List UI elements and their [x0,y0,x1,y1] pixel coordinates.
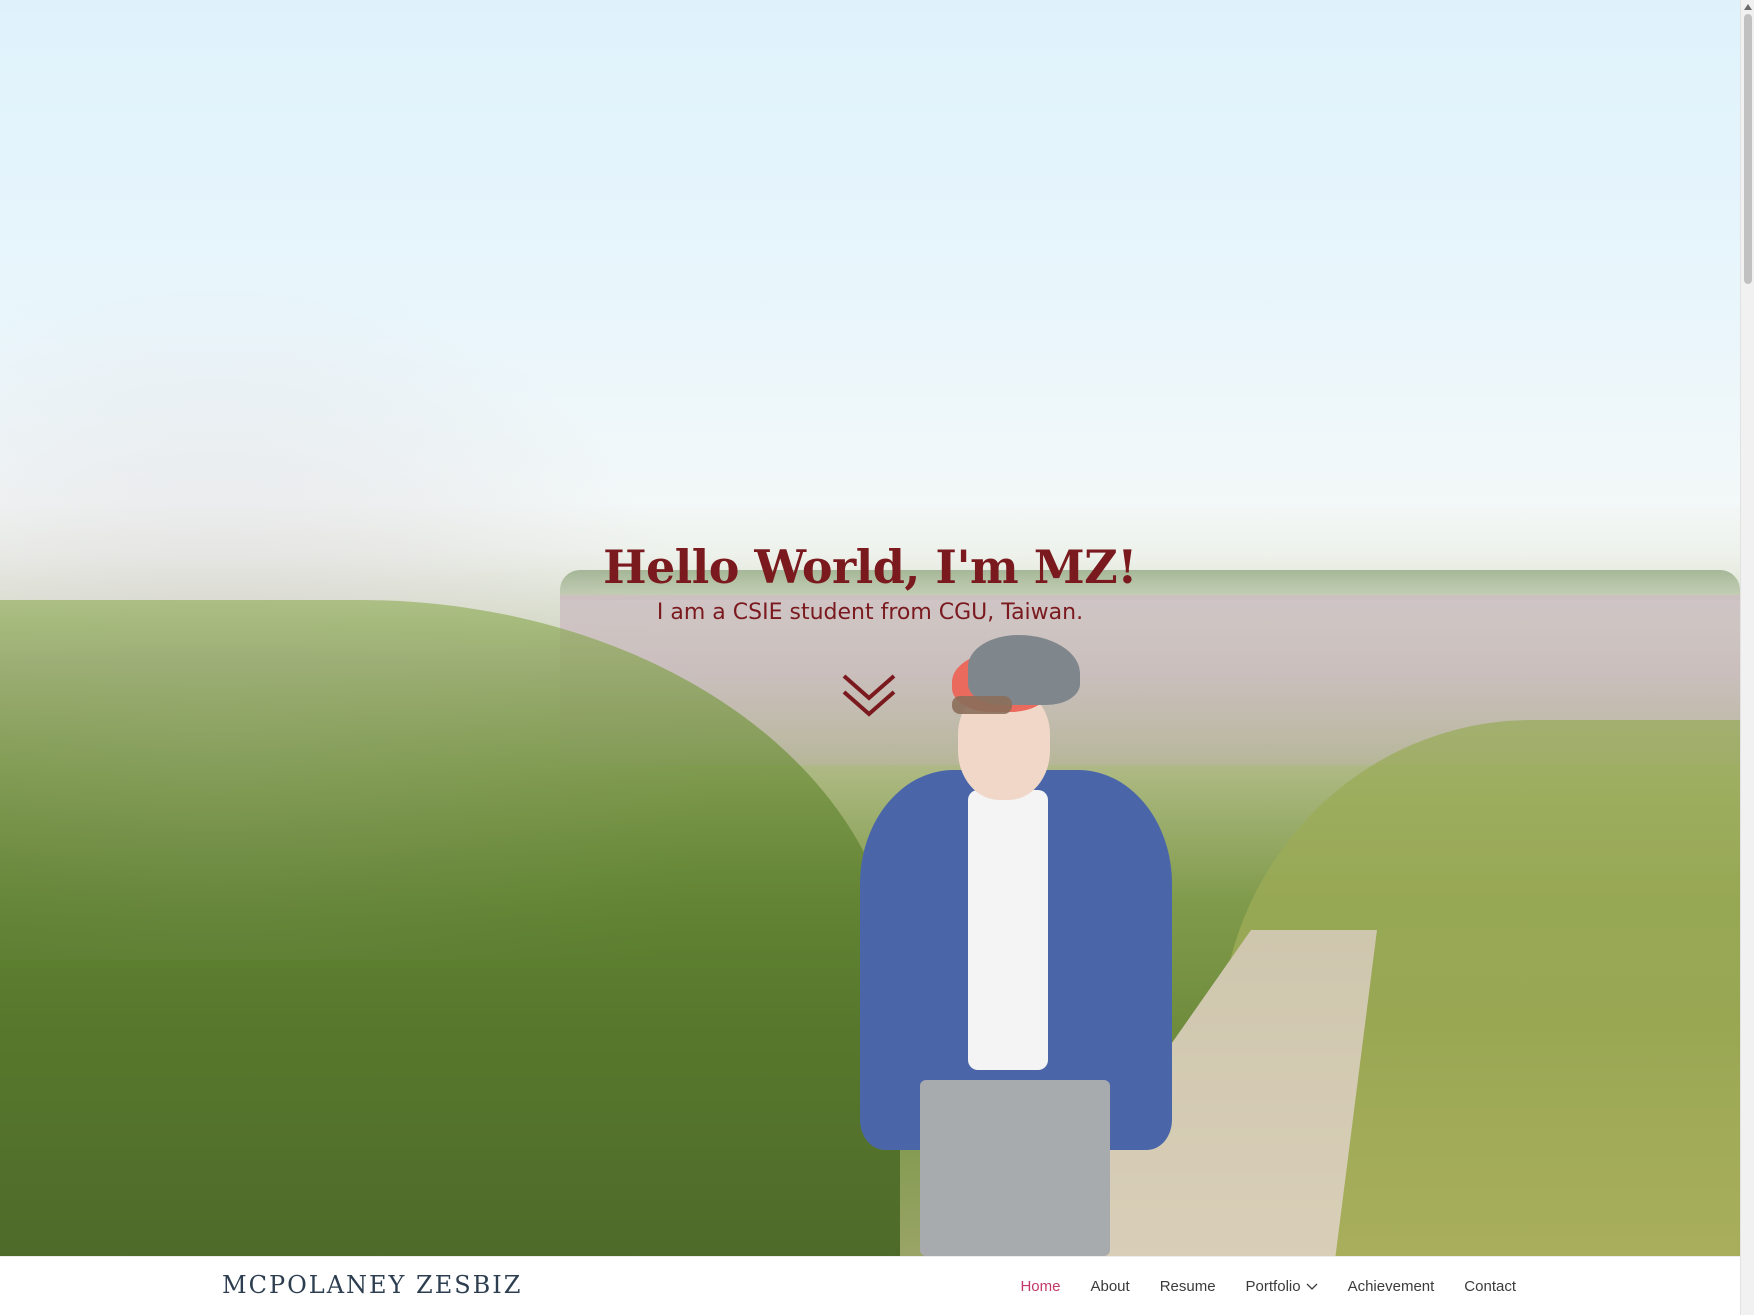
hero-text: Hello World, I'm MZ! I am a CSIE student… [0,540,1740,625]
vertical-scrollbar[interactable] [1740,0,1754,1315]
nav-menu: Home About Resume Portfolio Achievement … [1020,1257,1516,1315]
nav-link-achievement[interactable]: Achievement [1348,1278,1435,1295]
nav-link-portfolio-label: Portfolio [1245,1278,1301,1295]
nav-link-about[interactable]: About [1090,1278,1129,1295]
nav-link-portfolio[interactable]: Portfolio [1246,1278,1318,1295]
chevron-down-icon [1306,1283,1318,1290]
nav-item-home: Home [1020,1278,1060,1295]
hero-subtitle: I am a CSIE student from CGU, Taiwan. [656,600,1084,625]
nav-link-contact[interactable]: Contact [1464,1278,1516,1295]
person-sunglasses [952,696,1012,714]
nav-item-achievement: Achievement [1348,1278,1435,1295]
nav-link-home[interactable]: Home [1020,1278,1060,1295]
nav-item-portfolio: Portfolio [1246,1278,1318,1295]
nav-item-resume: Resume [1160,1278,1216,1295]
person-tshirt [968,790,1048,1070]
scroll-up-arrow-icon[interactable] [1743,2,1753,12]
person-pants [920,1080,1110,1256]
scrollbar-thumb[interactable] [1744,14,1752,284]
nav-item-about: About [1090,1278,1129,1295]
nav-item-contact: Contact [1464,1278,1516,1295]
navbar: MCPOLANEY ZESBIZ Home About Resume Portf… [0,1256,1740,1315]
brand-logo[interactable]: MCPOLANEY ZESBIZ [222,1271,522,1299]
hero-section: Hello World, I'm MZ! I am a CSIE student… [0,0,1740,1256]
nav-link-resume[interactable]: Resume [1160,1278,1216,1295]
double-chevron-down-icon [842,674,896,717]
hero-title: Hello World, I'm MZ! [603,540,1137,594]
scroll-down-button[interactable] [840,672,898,718]
